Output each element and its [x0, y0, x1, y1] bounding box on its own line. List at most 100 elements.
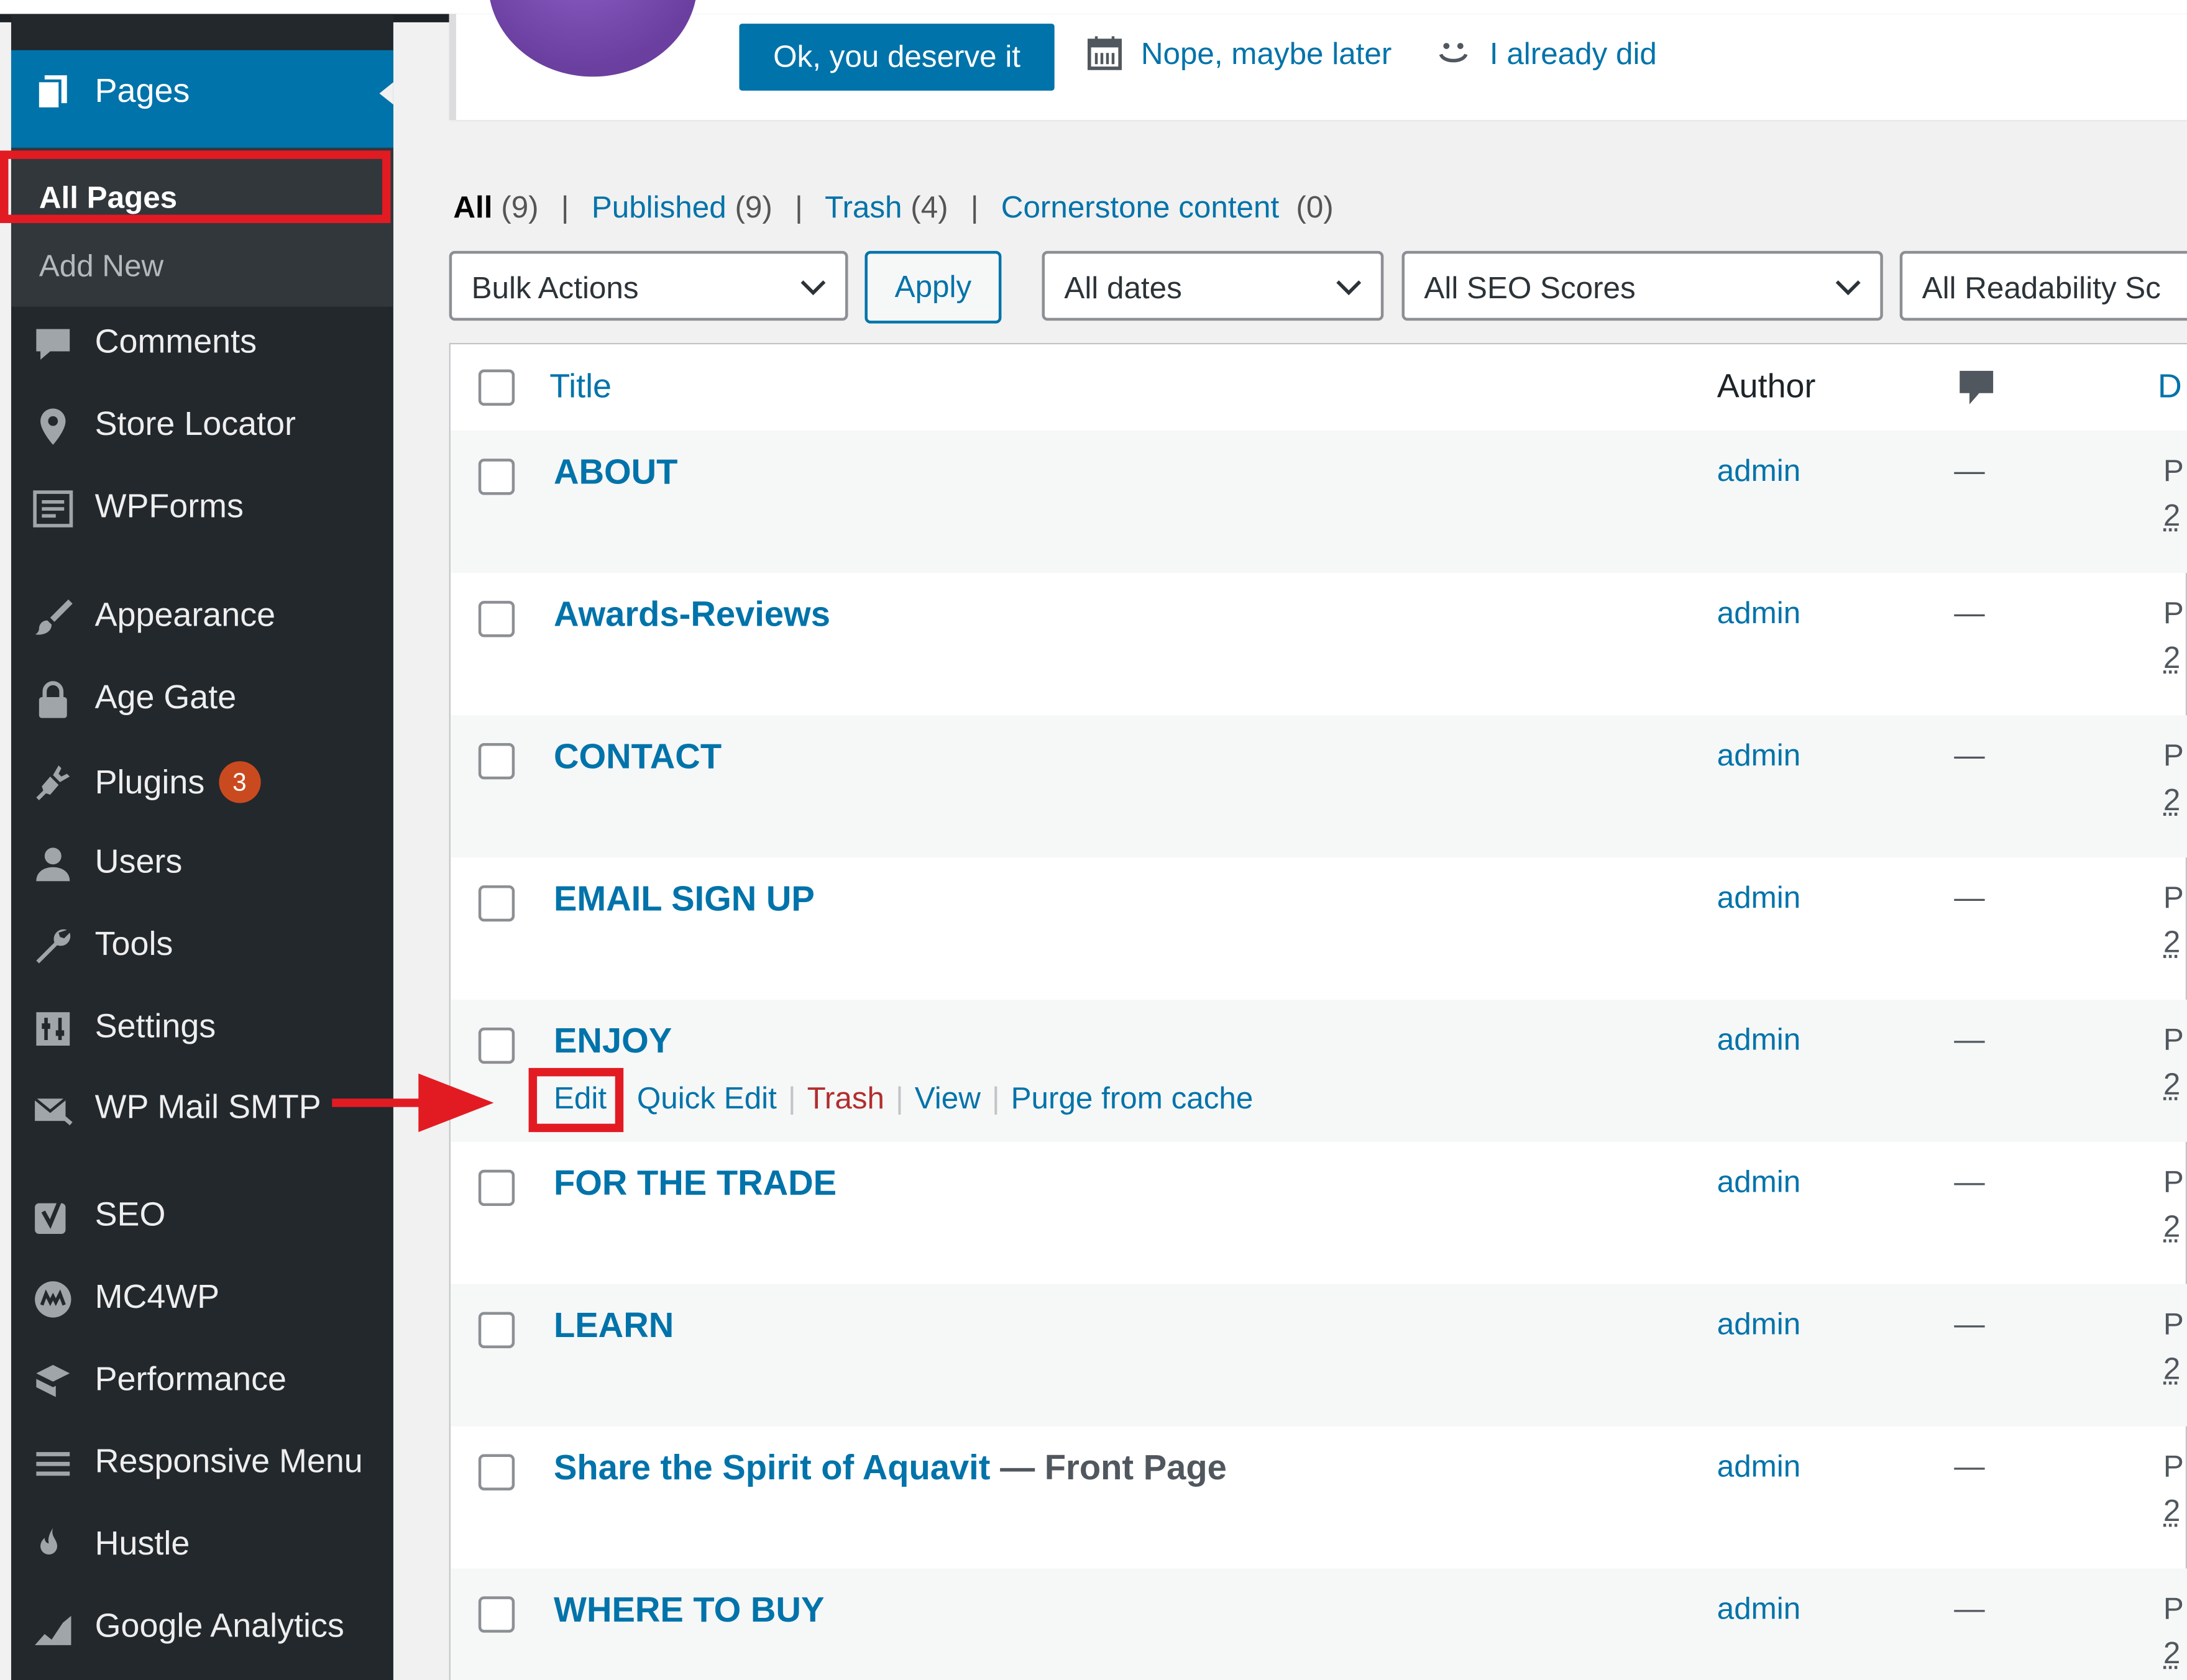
red-arrow-icon — [332, 1073, 494, 1133]
column-title[interactable]: Title — [549, 368, 612, 407]
lock-icon — [39, 681, 67, 718]
page-title-link[interactable]: EMAIL SIGN UP — [554, 880, 815, 920]
purge-cache-link[interactable]: Purge from cache — [1011, 1080, 1254, 1115]
table-header: Title Author D — [450, 344, 2187, 432]
sidebar-item-label: Appearance — [94, 596, 276, 635]
date-status: P — [2163, 595, 2184, 631]
sidebar-item-wpforms[interactable]: WPForms — [11, 478, 393, 540]
sidebar-item-seo[interactable]: SEO — [11, 1187, 393, 1248]
seo-scores-select[interactable]: All SEO Scores — [1401, 250, 1883, 321]
author-link[interactable]: admin — [1717, 453, 1800, 489]
row-checkbox[interactable] — [478, 1596, 515, 1633]
row-checkbox[interactable] — [478, 1027, 515, 1064]
sidebar-item-pages[interactable]: Pages — [11, 50, 393, 148]
row-checkbox[interactable] — [478, 1169, 515, 1207]
maybe-later-link[interactable]: Nope, maybe later — [1141, 36, 1392, 72]
filter-trash[interactable]: Trash — [825, 189, 902, 224]
sidebar-item-users[interactable]: Users — [11, 834, 393, 895]
filter-all[interactable]: All — [453, 189, 492, 224]
page-title-link[interactable]: LEARN — [554, 1307, 674, 1347]
table-row: EMAIL SIGN UP admin — P 2 — [451, 857, 2187, 1000]
author-link[interactable]: admin — [1717, 1022, 1800, 1058]
hustle-icon — [40, 1528, 58, 1555]
select-value: Bulk Actions — [471, 270, 639, 306]
author-link[interactable]: admin — [1717, 1307, 1800, 1343]
sidebar-item-age-gate[interactable]: Age Gate — [11, 669, 393, 731]
mail-icon — [34, 1097, 73, 1126]
sidebar-item-hustle[interactable]: Hustle — [11, 1515, 393, 1577]
sidebar-item-label: Tools — [94, 926, 173, 964]
date-status: P — [2163, 453, 2184, 488]
row-checkbox[interactable] — [478, 1312, 515, 1348]
sidebar-item-label: Pages — [94, 72, 190, 111]
wp-admin-screen: Pages All Pages Add New Comments Store L… — [0, 0, 2187, 1680]
select-all-checkbox[interactable] — [478, 369, 515, 406]
date-value: 2 — [2163, 1066, 2181, 1102]
row-checkbox[interactable] — [478, 1454, 515, 1491]
date-value: 2 — [2163, 498, 2181, 533]
column-date[interactable]: D — [2158, 368, 2182, 407]
sidebar-item-label: Performance — [94, 1361, 287, 1399]
sidebar-item-store-locator[interactable]: Store Locator — [11, 396, 393, 457]
author-link[interactable]: admin — [1717, 1164, 1800, 1200]
sidebar-item-google-analytics[interactable]: Google Analytics — [11, 1598, 393, 1659]
separator: | — [895, 1080, 904, 1116]
view-link[interactable]: View — [915, 1080, 981, 1115]
ok-you-deserve-it-button[interactable]: Ok, you deserve it — [739, 24, 1055, 91]
page-title-link[interactable]: FOR THE TRADE — [554, 1164, 837, 1205]
dates-select[interactable]: All dates — [1042, 250, 1384, 321]
sidebar-item-label: Users — [94, 843, 183, 882]
select-value: All dates — [1064, 270, 1182, 306]
date-status: P — [2163, 1591, 2184, 1626]
sidebar-item-comments[interactable]: Comments — [11, 314, 393, 375]
author-link[interactable]: admin — [1717, 737, 1800, 774]
date-value: 2 — [2163, 782, 2181, 817]
filter-published[interactable]: Published — [592, 189, 727, 224]
author-link[interactable]: admin — [1717, 595, 1800, 631]
row-checkbox[interactable] — [478, 459, 515, 495]
sidebar-item-appearance[interactable]: Appearance — [11, 587, 393, 649]
pages-icon — [36, 75, 67, 111]
page-title-link[interactable]: CONTACT — [554, 737, 722, 778]
page-title-link[interactable]: ABOUT — [554, 453, 677, 493]
author-link[interactable]: admin — [1717, 880, 1800, 916]
sidebar-item-label: Plugins 3 — [95, 761, 261, 803]
sidebar-item-label: Hustle — [94, 1525, 190, 1563]
comment-count: — — [1954, 453, 1985, 488]
filter-cornerstone[interactable]: Cornerstone content — [1001, 189, 1279, 224]
row-checkbox[interactable] — [478, 885, 515, 922]
author-link[interactable]: admin — [1717, 1591, 1800, 1627]
filter-count: (9) — [501, 189, 539, 225]
row-checkbox[interactable] — [478, 743, 515, 780]
date-status: P — [2163, 1021, 2184, 1057]
mc4wp-icon — [35, 1281, 71, 1318]
comment-count: — — [1954, 737, 1985, 773]
page-title-link[interactable]: ENJOY — [554, 1022, 672, 1062]
sidebar-item-label: Google Analytics — [94, 1607, 344, 1645]
sidebar-item-mc4wp[interactable]: MC4WP — [11, 1269, 393, 1330]
readability-select[interactable]: All Readability Sc — [1899, 250, 2187, 321]
table-row: Share the Spirit of Aquavit — Front Page… — [451, 1427, 2187, 1569]
sidebar-item-settings[interactable]: Settings — [11, 998, 393, 1060]
bulk-actions-select[interactable]: Bulk Actions — [449, 250, 848, 321]
apply-button[interactable]: Apply — [864, 250, 1002, 324]
comment-count: — — [1954, 595, 1985, 631]
separator: | — [970, 189, 979, 225]
sidebar-item-responsive-menu[interactable]: Responsive Menu — [11, 1433, 393, 1495]
page-title-link[interactable]: WHERE TO BUY — [554, 1591, 824, 1631]
submenu-add-new[interactable]: Add New — [39, 248, 163, 284]
author-link[interactable]: admin — [1717, 1449, 1800, 1485]
quick-edit-link[interactable]: Quick Edit — [637, 1080, 777, 1115]
comment-bubble-icon[interactable] — [1957, 367, 1996, 408]
sidebar-item-plugins[interactable]: Plugins 3 — [11, 752, 393, 813]
already-did-link[interactable]: I already did — [1490, 36, 1657, 72]
sidebar-item-performance[interactable]: Performance — [11, 1351, 393, 1412]
performance-icon — [36, 1364, 70, 1397]
sidebar-item-tools[interactable]: Tools — [11, 916, 393, 977]
trash-link[interactable]: Trash — [807, 1080, 884, 1115]
sidebar-item-label: Store Locator — [94, 406, 296, 444]
wpforms-icon — [33, 490, 73, 527]
row-checkbox[interactable] — [478, 601, 515, 637]
page-title-link[interactable]: Awards-Reviews — [554, 595, 830, 636]
page-title-link[interactable]: Share the Spirit of Aquavit — Front Page — [554, 1449, 1227, 1489]
